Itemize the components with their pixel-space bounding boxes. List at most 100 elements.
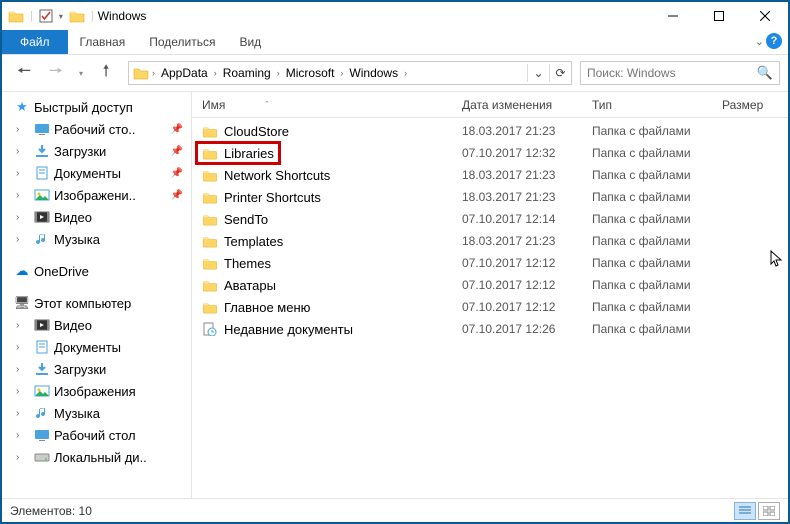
- search-input[interactable]: [587, 66, 757, 80]
- file-date: 07.10.2017 12:26: [462, 322, 592, 336]
- file-row[interactable]: CloudStore 18.03.2017 21:23 Папка с файл…: [192, 120, 788, 142]
- expand-icon[interactable]: ›: [16, 430, 19, 441]
- help-button[interactable]: ?: [766, 33, 782, 49]
- qat-dropdown-icon[interactable]: ▾: [59, 12, 63, 21]
- sidebar-item[interactable]: › Видео: [2, 206, 191, 228]
- qat-properties-icon[interactable]: [39, 9, 53, 23]
- file-row[interactable]: Главное меню 07.10.2017 12:12 Папка с фа…: [192, 296, 788, 318]
- expand-icon[interactable]: ›: [16, 146, 19, 157]
- forward-button[interactable]: 🠖: [42, 59, 70, 87]
- file-name: Главное меню: [224, 300, 310, 315]
- videos-icon: [34, 209, 50, 225]
- file-type: Папка с файлами: [592, 234, 722, 248]
- ribbon-expand-icon[interactable]: ⌄: [755, 35, 764, 48]
- expand-icon[interactable]: ›: [16, 190, 19, 201]
- file-row[interactable]: Libraries 07.10.2017 12:32 Папка с файла…: [192, 142, 788, 164]
- sidebar-item[interactable]: › Рабочий стол: [2, 424, 191, 446]
- sidebar-item-label: Быстрый доступ: [34, 100, 133, 115]
- breadcrumb[interactable]: › AppData › Roaming › Microsoft › Window…: [128, 61, 572, 85]
- file-list[interactable]: CloudStore 18.03.2017 21:23 Папка с файл…: [192, 118, 788, 498]
- app-icon: [8, 9, 24, 23]
- breadcrumb-seg[interactable]: Microsoft: [283, 66, 338, 80]
- file-name: CloudStore: [224, 124, 289, 139]
- view-details-button[interactable]: [734, 502, 756, 520]
- sidebar-item-label: Изображени..: [54, 188, 136, 203]
- column-type[interactable]: Тип: [592, 98, 722, 112]
- file-name: Аватары: [224, 278, 276, 293]
- column-size[interactable]: Размер: [722, 98, 782, 112]
- search-icon[interactable]: 🔍: [757, 65, 773, 81]
- expand-icon[interactable]: ›: [16, 408, 19, 419]
- sidebar-item[interactable]: › Загрузки 📌: [2, 140, 191, 162]
- refresh-button[interactable]: ⟳: [549, 64, 571, 82]
- file-name: Printer Shortcuts: [224, 190, 321, 205]
- file-row[interactable]: Themes 07.10.2017 12:12 Папка с файлами: [192, 252, 788, 274]
- sidebar-this-pc[interactable]: 🖥 Этот компьютер: [2, 292, 191, 314]
- sidebar-item[interactable]: › Документы: [2, 336, 191, 358]
- pictures-icon: [34, 383, 50, 399]
- close-button[interactable]: [742, 2, 788, 30]
- file-name: Libraries: [224, 146, 274, 161]
- column-name-label: Имя: [202, 98, 225, 112]
- up-button[interactable]: 🠕: [92, 59, 120, 87]
- sort-indicator-icon: ˆ: [265, 100, 268, 110]
- sidebar-item[interactable]: › Изображени.. 📌: [2, 184, 191, 206]
- tab-home[interactable]: Главная: [68, 30, 138, 54]
- breadcrumb-caret[interactable]: ›: [149, 68, 158, 78]
- file-row[interactable]: SendTo 07.10.2017 12:14 Папка с файлами: [192, 208, 788, 230]
- search-box[interactable]: 🔍: [580, 61, 780, 85]
- history-dropdown[interactable]: ▾: [74, 69, 88, 78]
- breadcrumb-dropdown[interactable]: ⌄: [527, 64, 549, 82]
- sidebar-onedrive[interactable]: ☁ OneDrive: [2, 260, 191, 282]
- folder-icon: [202, 233, 218, 249]
- expand-icon[interactable]: ›: [16, 234, 19, 245]
- tab-view[interactable]: Вид: [227, 30, 273, 54]
- breadcrumb-seg[interactable]: Roaming: [220, 66, 274, 80]
- expand-icon[interactable]: ›: [16, 212, 19, 223]
- view-icons-button[interactable]: [758, 502, 780, 520]
- expand-icon[interactable]: ›: [16, 342, 19, 353]
- column-name[interactable]: Имя ˆ: [202, 98, 462, 112]
- expand-icon[interactable]: ›: [16, 320, 19, 331]
- expand-icon[interactable]: ›: [16, 452, 19, 463]
- sidebar-item-label: OneDrive: [34, 264, 89, 279]
- maximize-button[interactable]: [696, 2, 742, 30]
- explorer-window: | ▾ | Windows Файл Главная Поделиться Ви…: [0, 0, 790, 524]
- folder-icon: [202, 123, 218, 139]
- sidebar-item[interactable]: › Изображения: [2, 380, 191, 402]
- back-button[interactable]: 🠔: [10, 59, 38, 87]
- expand-icon[interactable]: ›: [16, 364, 19, 375]
- desktop-icon: [34, 121, 50, 137]
- minimize-button[interactable]: [650, 2, 696, 30]
- navigation-pane[interactable]: ★ Быстрый доступ › Рабочий сто.. 📌› Загр…: [2, 92, 192, 498]
- file-type: Папка с файлами: [592, 124, 722, 138]
- breadcrumb-seg[interactable]: AppData: [158, 66, 211, 80]
- file-row[interactable]: Недавние документы 07.10.2017 12:26 Папк…: [192, 318, 788, 340]
- expand-icon[interactable]: ›: [16, 386, 19, 397]
- sidebar-item[interactable]: › Документы 📌: [2, 162, 191, 184]
- expand-icon[interactable]: ›: [16, 168, 19, 179]
- file-row[interactable]: Network Shortcuts 18.03.2017 21:23 Папка…: [192, 164, 788, 186]
- breadcrumb-seg[interactable]: Windows: [346, 66, 401, 80]
- tab-share[interactable]: Поделиться: [137, 30, 227, 54]
- sidebar-item[interactable]: › Музыка: [2, 228, 191, 250]
- breadcrumb-caret[interactable]: ›: [337, 68, 346, 78]
- breadcrumb-caret[interactable]: ›: [211, 68, 220, 78]
- sidebar-quick-access[interactable]: ★ Быстрый доступ: [2, 96, 191, 118]
- file-row[interactable]: Аватары 07.10.2017 12:12 Папка с файлами: [192, 274, 788, 296]
- titlebar-qat: | ▾ |: [8, 9, 94, 23]
- file-row[interactable]: Templates 18.03.2017 21:23 Папка с файла…: [192, 230, 788, 252]
- file-row[interactable]: Printer Shortcuts 18.03.2017 21:23 Папка…: [192, 186, 788, 208]
- sidebar-item[interactable]: › Локальный ди..: [2, 446, 191, 468]
- music-icon: [34, 231, 50, 247]
- expand-icon[interactable]: ›: [16, 124, 19, 135]
- sidebar-item[interactable]: › Рабочий сто.. 📌: [2, 118, 191, 140]
- sidebar-item[interactable]: › Музыка: [2, 402, 191, 424]
- tab-file[interactable]: Файл: [2, 30, 68, 54]
- sidebar-item[interactable]: › Загрузки: [2, 358, 191, 380]
- sidebar-item[interactable]: › Видео: [2, 314, 191, 336]
- column-date[interactable]: Дата изменения: [462, 98, 592, 112]
- status-text: Элементов: 10: [10, 504, 92, 518]
- breadcrumb-caret[interactable]: ›: [401, 68, 410, 78]
- breadcrumb-caret[interactable]: ›: [274, 68, 283, 78]
